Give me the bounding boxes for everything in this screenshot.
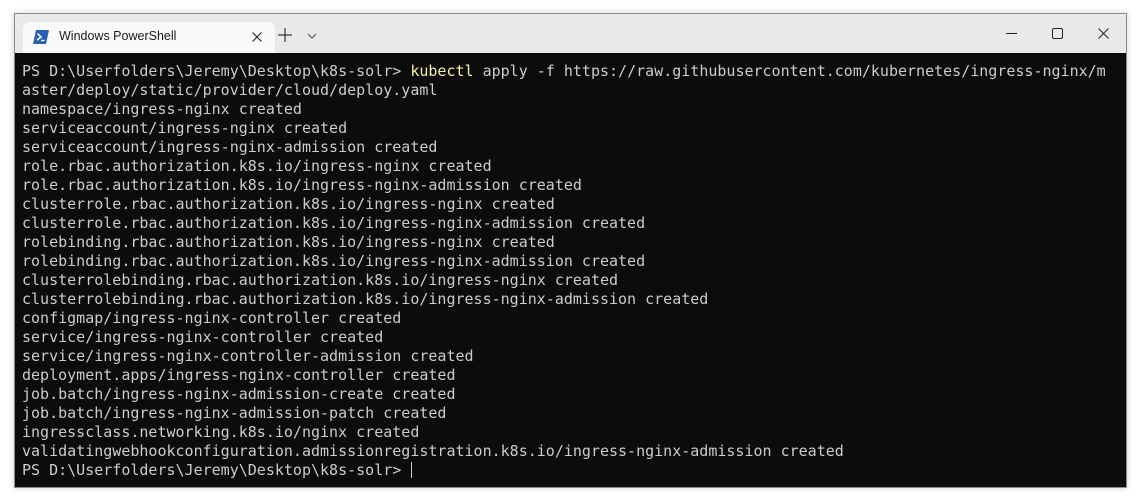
output-line: validatingwebhookconfiguration.admission…: [22, 442, 844, 460]
powershell-icon: [33, 30, 49, 44]
output-line: clusterrole.rbac.authorization.k8s.io/in…: [22, 214, 646, 232]
text-cursor: [411, 462, 413, 478]
terminal-output[interactable]: PS D:\Userfolders\Jeremy\Desktop\k8s-sol…: [22, 62, 1117, 482]
chevron-down-icon[interactable]: [306, 29, 318, 41]
tab-close-icon[interactable]: [249, 29, 265, 45]
minimize-button[interactable]: [988, 14, 1034, 53]
close-icon: [1098, 28, 1109, 39]
output-line: serviceaccount/ingress-nginx-admission c…: [22, 138, 438, 156]
plus-icon[interactable]: [277, 27, 293, 43]
output-line: job.batch/ingress-nginx-admission-create…: [22, 385, 456, 403]
output-line: service/ingress-nginx-controller-admissi…: [22, 347, 474, 365]
output-line: clusterrolebinding.rbac.authorization.k8…: [22, 271, 619, 289]
output-line: service/ingress-nginx-controller created: [22, 328, 384, 346]
maximize-button[interactable]: [1034, 14, 1080, 53]
output-line: ingressclass.networking.k8s.io/nginx cre…: [22, 423, 420, 441]
prompt: PS D:\Userfolders\Jeremy\Desktop\k8s-sol…: [22, 62, 411, 80]
output-line: job.batch/ingress-nginx-admission-patch …: [22, 404, 447, 422]
tab-title: Windows PowerShell: [59, 29, 177, 43]
output-line: serviceaccount/ingress-nginx created: [22, 119, 348, 137]
maximize-icon: [1052, 28, 1063, 39]
output-line: clusterrolebinding.rbac.authorization.k8…: [22, 290, 709, 308]
current-prompt-line[interactable]: PS D:\Userfolders\Jeremy\Desktop\k8s-sol…: [22, 461, 1117, 480]
output-line: configmap/ingress-nginx-controller creat…: [22, 309, 402, 327]
command-wrap-line: aster/deploy/static/provider/cloud/deplo…: [22, 81, 438, 99]
prompt: PS D:\Userfolders\Jeremy\Desktop\k8s-sol…: [22, 461, 411, 479]
output-line: deployment.apps/ingress-nginx-controller…: [22, 366, 456, 384]
command-args: apply -f https://raw.githubusercontent.c…: [473, 62, 1106, 80]
terminal-window: Windows PowerShell PS D:\Userfolders\Jer…: [14, 13, 1127, 488]
command-line: PS D:\Userfolders\Jeremy\Desktop\k8s-sol…: [22, 62, 1117, 81]
output-line: namespace/ingress-nginx created: [22, 100, 302, 118]
output-line: role.rbac.authorization.k8s.io/ingress-n…: [22, 176, 582, 194]
output-line: rolebinding.rbac.authorization.k8s.io/in…: [22, 233, 555, 251]
close-button[interactable]: [1080, 14, 1126, 53]
title-bar: Windows PowerShell: [15, 14, 1126, 53]
output-line: rolebinding.rbac.authorization.k8s.io/in…: [22, 252, 646, 270]
command-name: kubectl: [410, 62, 474, 80]
output-line: role.rbac.authorization.k8s.io/ingress-n…: [22, 157, 492, 175]
minimize-icon: [1006, 33, 1017, 34]
tab-windows-powershell[interactable]: Windows PowerShell: [23, 22, 275, 53]
output-line: clusterrole.rbac.authorization.k8s.io/in…: [22, 195, 555, 213]
